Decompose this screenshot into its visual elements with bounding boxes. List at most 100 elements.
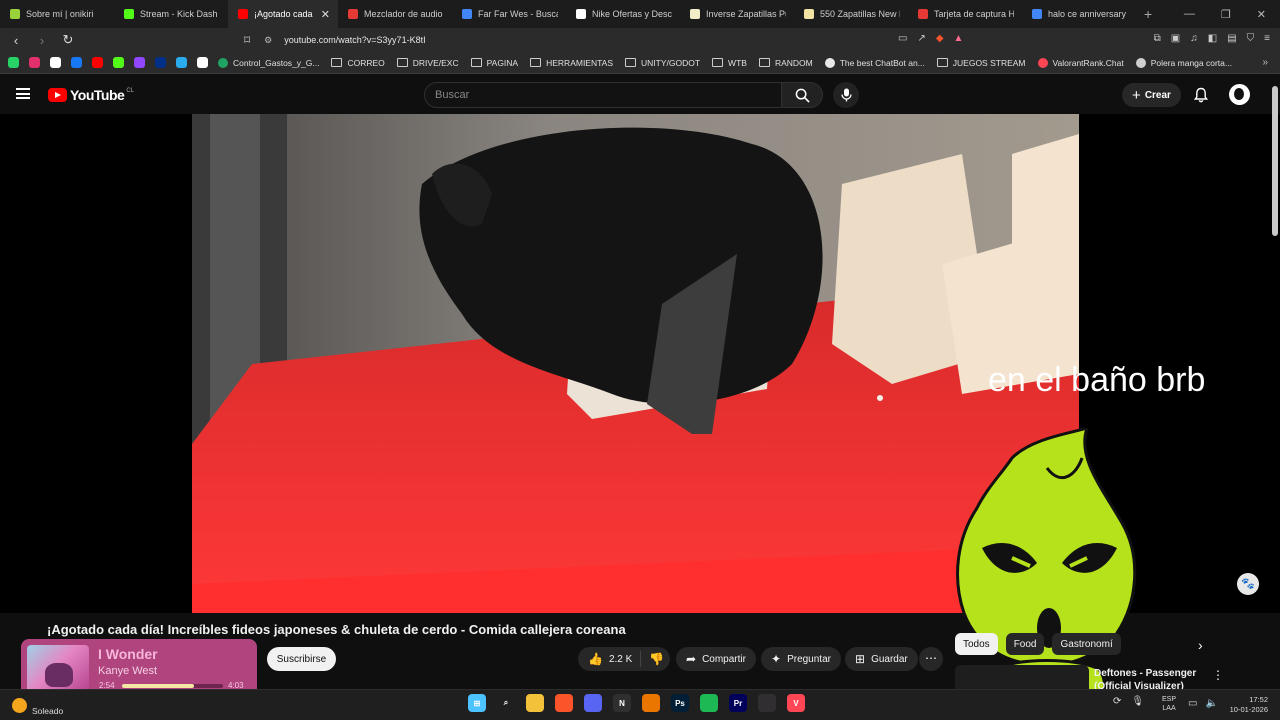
blender-taskbar-icon[interactable] bbox=[642, 694, 660, 712]
video-player[interactable] bbox=[192, 114, 1079, 613]
browser-tab[interactable]: Nike Ofertas y Descuen bbox=[566, 0, 680, 28]
close-window-icon[interactable]: ✕ bbox=[1257, 8, 1266, 21]
language-indicator[interactable]: ESP LAA bbox=[1162, 695, 1176, 713]
browser-tab[interactable]: Far Far Wes - Buscar co bbox=[452, 0, 566, 28]
discord-taskbar-icon[interactable] bbox=[584, 694, 602, 712]
chips-next-icon[interactable]: › bbox=[1198, 637, 1203, 653]
cast-icon[interactable]: ▭ bbox=[898, 33, 907, 44]
bookmark-item[interactable]: Polera manga corta... bbox=[1135, 57, 1232, 68]
share-icon[interactable]: ↗ bbox=[917, 33, 925, 44]
bookmark-item[interactable]: CORREO bbox=[331, 58, 385, 68]
browser-tab[interactable]: 550 Zapatillas New Bal bbox=[794, 0, 908, 28]
brave-rewards-icon[interactable]: ▲ bbox=[954, 33, 964, 44]
filter-chip[interactable]: Todos bbox=[955, 633, 998, 655]
screenshot-icon[interactable]: ▣ bbox=[1171, 33, 1180, 44]
search-input[interactable] bbox=[425, 83, 781, 107]
create-button[interactable]: + Crear bbox=[1122, 83, 1181, 107]
menu-icon[interactable]: ≡ bbox=[1264, 33, 1270, 44]
valorant-taskbar-icon[interactable]: V bbox=[787, 694, 805, 712]
bookmark-item[interactable]: Control_Gastos_y_G... bbox=[218, 57, 319, 68]
bookmark-site-icon[interactable] bbox=[92, 57, 103, 68]
bookmark-item[interactable]: JUEGOS STREAM bbox=[936, 58, 1026, 68]
browser-tab[interactable]: Inverse Zapatillas Puma bbox=[680, 0, 794, 28]
youtube-logo[interactable]: YouTube CL bbox=[48, 87, 134, 103]
share-button[interactable]: ➦ Compartir bbox=[676, 647, 756, 671]
browser-tab[interactable]: halo ce anniversary log bbox=[1022, 0, 1136, 28]
bookmark-star-icon[interactable]: ⌑ bbox=[244, 33, 250, 47]
url-field[interactable]: ⌑ ⚙ youtube.com/watch?v=S3yy71-K8tI bbox=[244, 30, 992, 50]
sidebar-icon[interactable]: ◧ bbox=[1208, 33, 1217, 44]
more-actions-button[interactable]: ⋯ bbox=[919, 647, 943, 671]
ask-button[interactable]: ✦ Preguntar bbox=[761, 647, 841, 671]
brave-taskbar-icon[interactable] bbox=[555, 694, 573, 712]
vpn-icon[interactable]: ⛉ bbox=[1247, 33, 1255, 44]
bookmark-item[interactable]: UNITY/GODOT bbox=[625, 58, 700, 68]
browser-tab[interactable]: Sobre mí | onikiri bbox=[0, 0, 114, 28]
premiere-taskbar-icon[interactable]: Pr bbox=[729, 694, 747, 712]
reload-icon[interactable]: ↻ bbox=[58, 32, 78, 48]
bookmark-item[interactable]: ValorantRank.Chat bbox=[1037, 57, 1124, 68]
minimize-icon[interactable]: — bbox=[1184, 8, 1195, 21]
weather-widget[interactable]: Soleado bbox=[12, 694, 63, 716]
bookmark-item[interactable]: WTB bbox=[712, 58, 747, 68]
page-scrollbar[interactable] bbox=[1272, 86, 1278, 236]
bookmark-site-icon[interactable] bbox=[113, 57, 124, 68]
hamburger-menu-icon[interactable] bbox=[16, 88, 30, 99]
bookmark-site-icon[interactable] bbox=[50, 57, 61, 68]
volume-icon[interactable]: 🔈 bbox=[1205, 698, 1217, 709]
bookmark-site-icon[interactable] bbox=[134, 57, 145, 68]
clock[interactable]: 17:52 10-01-2026 bbox=[1224, 695, 1268, 715]
paw-extension-icon[interactable]: 🐾 bbox=[1237, 573, 1259, 595]
search-taskbar-icon[interactable]: ⌕ bbox=[497, 694, 515, 712]
bookmark-site-icon[interactable] bbox=[29, 57, 40, 68]
bookmark-item[interactable]: RANDOM bbox=[758, 58, 813, 68]
display-icon[interactable]: ▭ bbox=[1188, 698, 1197, 709]
filter-chip[interactable]: Gastronomí bbox=[1052, 633, 1121, 655]
song-progress-bar[interactable] bbox=[122, 684, 223, 688]
notion-taskbar-icon[interactable]: N bbox=[613, 694, 631, 712]
like-button[interactable]: 👍 2.2 K bbox=[578, 651, 642, 667]
bookmark-site-icon[interactable] bbox=[155, 57, 166, 68]
obs-taskbar-icon[interactable] bbox=[758, 694, 776, 712]
dislike-button[interactable]: 👎 bbox=[641, 652, 664, 666]
bookmark-item[interactable]: DRIVE/EXC bbox=[396, 58, 459, 68]
forward-icon[interactable]: › bbox=[32, 33, 52, 48]
search-button[interactable] bbox=[781, 82, 823, 108]
browser-tab[interactable]: ¡Agotado cada ✕ bbox=[228, 0, 338, 28]
bookmark-item[interactable]: HERRAMIENTAS bbox=[530, 58, 613, 68]
photoshop-taskbar-icon[interactable]: Ps bbox=[671, 694, 689, 712]
site-settings-icon[interactable]: ⚙ bbox=[264, 35, 272, 46]
save-button[interactable]: ⊞ Guardar bbox=[845, 647, 918, 671]
back-icon[interactable]: ‹ bbox=[6, 33, 26, 48]
bookmark-site-icon[interactable] bbox=[197, 57, 208, 68]
notifications-bell-icon[interactable] bbox=[1193, 87, 1209, 103]
bookmark-site-icon[interactable] bbox=[71, 57, 82, 68]
extensions-icon[interactable]: ⧉ bbox=[1154, 33, 1161, 44]
subscribe-button[interactable]: Suscribirse bbox=[267, 647, 336, 671]
bookmark-item[interactable]: The best ChatBot an... bbox=[824, 57, 925, 68]
music-icon[interactable]: ♫ bbox=[1190, 33, 1198, 44]
brave-shield-icon[interactable]: ◆ bbox=[936, 33, 944, 44]
recommended-video-menu-icon[interactable]: ⋮ bbox=[1212, 668, 1224, 682]
url-text[interactable]: youtube.com/watch?v=S3yy71-K8tI bbox=[284, 35, 425, 45]
start-taskbar-icon[interactable]: ⊞ bbox=[468, 694, 486, 712]
more-bookmarks-icon[interactable]: » bbox=[1262, 57, 1268, 68]
tab-close-icon[interactable]: ✕ bbox=[317, 8, 330, 21]
spotify-taskbar-icon[interactable] bbox=[700, 694, 718, 712]
maximize-icon[interactable]: ❐ bbox=[1221, 8, 1231, 21]
bookmark-item[interactable]: PAGINA bbox=[470, 58, 518, 68]
new-tab-button[interactable]: + bbox=[1144, 6, 1152, 22]
explorer-taskbar-icon[interactable] bbox=[526, 694, 544, 712]
bookmark-site-icon[interactable] bbox=[176, 57, 187, 68]
browser-tab[interactable]: Mezclador de audio FL bbox=[338, 0, 452, 28]
browser-tab[interactable]: Stream - Kick Dash bbox=[114, 0, 228, 28]
account-avatar[interactable] bbox=[1229, 84, 1250, 105]
voice-search-button[interactable] bbox=[833, 82, 859, 108]
browser-tab[interactable]: Tarjeta de captura HDM bbox=[908, 0, 1022, 28]
filter-chip[interactable]: Food bbox=[1005, 633, 1045, 655]
bookmark-site-icon[interactable] bbox=[8, 57, 19, 68]
clock-time: 17:52 bbox=[1249, 695, 1268, 704]
mic-tray-icon[interactable]: 🎙 bbox=[1131, 696, 1144, 707]
wallet-icon[interactable]: ▤ bbox=[1227, 33, 1236, 44]
network-icon[interactable]: ⟳ bbox=[1113, 696, 1121, 707]
